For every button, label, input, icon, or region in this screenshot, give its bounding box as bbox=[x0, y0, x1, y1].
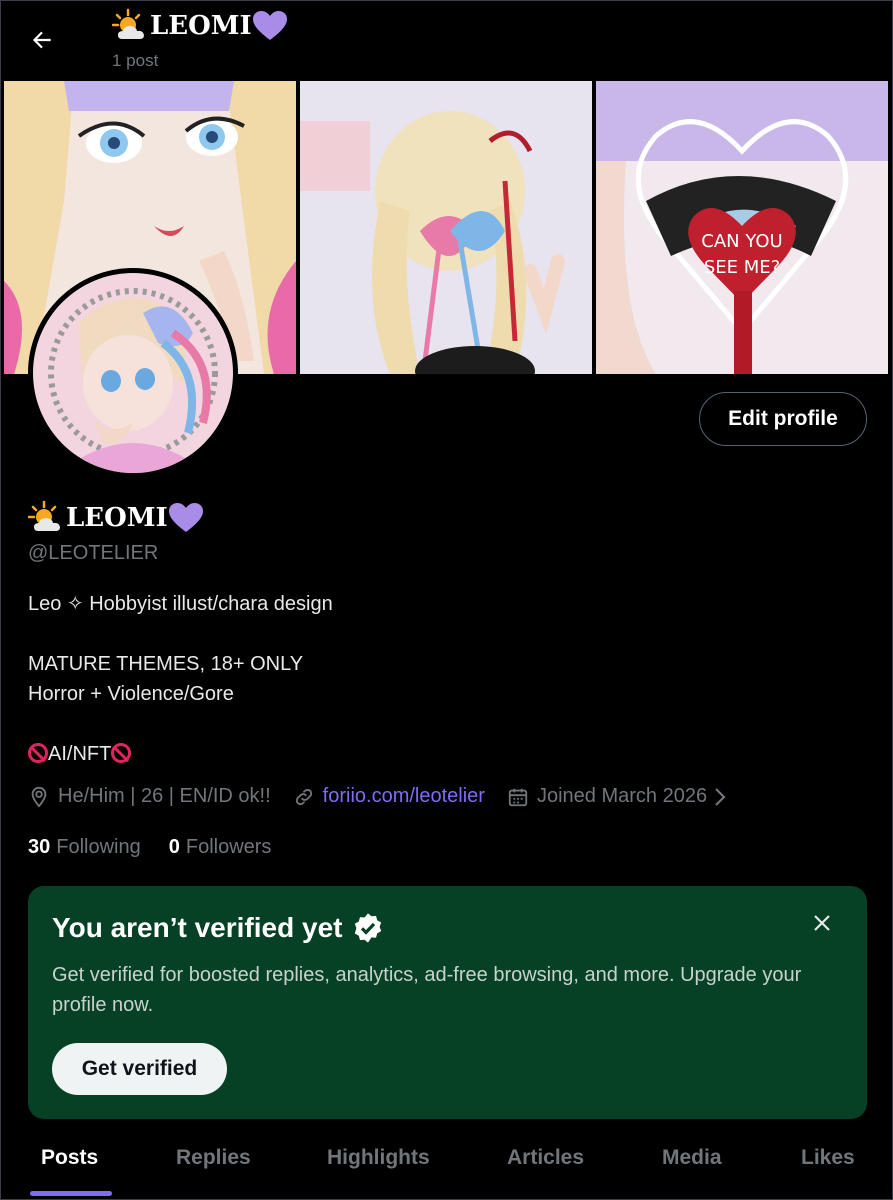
tab-highlights[interactable]: Highlights bbox=[327, 1146, 430, 1170]
tab-replies[interactable]: Replies bbox=[176, 1146, 251, 1170]
website-item[interactable]: foriio.com/leotelier bbox=[293, 785, 485, 808]
close-button[interactable] bbox=[807, 908, 837, 938]
profile-meta: He/Him | 26 | EN/ID ok!! foriio.com/leot… bbox=[28, 785, 751, 808]
calendar-icon bbox=[508, 788, 528, 806]
purple-heart-icon bbox=[168, 503, 203, 532]
close-icon bbox=[814, 915, 830, 931]
bio-line-1: Leo ✧ Hobbyist illust/chara design bbox=[28, 593, 333, 615]
active-tab-indicator bbox=[30, 1191, 112, 1196]
follow-stats: 30 Following 0 Followers bbox=[28, 836, 299, 859]
following-link[interactable]: 30 Following bbox=[28, 836, 141, 859]
back-button[interactable] bbox=[22, 20, 62, 60]
header-name: LEOMI bbox=[112, 8, 288, 44]
get-verified-button[interactable]: Get verified bbox=[52, 1043, 227, 1095]
banner-panel-3: CAN YOU SEE ME? bbox=[596, 81, 888, 374]
link-icon bbox=[295, 788, 312, 805]
no-entry-icon bbox=[28, 743, 48, 763]
no-entry-icon bbox=[111, 743, 132, 763]
bio-line-2: MATURE THEMES, 18+ ONLY bbox=[28, 653, 304, 675]
sun-cloud-icon bbox=[28, 500, 60, 531]
location-icon bbox=[31, 786, 47, 808]
edit-profile-button[interactable]: Edit profile bbox=[699, 392, 867, 446]
back-arrow-icon bbox=[32, 31, 51, 49]
profile-name: LEOMI bbox=[28, 500, 204, 536]
tab-posts[interactable]: Posts bbox=[41, 1146, 98, 1170]
verify-card: You aren’t verified yet Get verified for… bbox=[28, 886, 867, 1119]
verify-title: You aren’t verified yet bbox=[52, 912, 384, 944]
profile-name-text: LEOMI bbox=[66, 503, 168, 533]
banner-panel-2 bbox=[300, 81, 592, 374]
followers-link[interactable]: 0 Followers bbox=[169, 836, 272, 859]
location-item: He/Him | 26 | EN/ID ok!! bbox=[28, 785, 271, 808]
followers-count: 0 bbox=[168, 836, 180, 858]
post-count: 1 post bbox=[112, 51, 159, 70]
bio-line-4-text: AI/NFT bbox=[48, 743, 112, 765]
joined-text: Joined March 2026 bbox=[536, 785, 708, 807]
verify-title-text: You aren’t verified yet bbox=[52, 912, 343, 943]
avatar-image bbox=[33, 273, 233, 473]
header-name-text: LEOMI bbox=[150, 11, 252, 41]
profile-bio: Leo ✧ Hobbyist illust/chara design MATUR… bbox=[28, 589, 333, 769]
banner-text-line1: CAN YOU bbox=[701, 231, 782, 252]
following-count: 30 bbox=[28, 836, 51, 858]
verified-badge-icon bbox=[355, 913, 382, 943]
bio-line-3: Horror + Violence/Gore bbox=[28, 683, 234, 705]
following-label: Following bbox=[56, 836, 141, 858]
sun-cloud-icon bbox=[112, 8, 144, 39]
avatar[interactable] bbox=[28, 268, 238, 478]
bio-line-4: AI/NFT bbox=[28, 739, 333, 769]
followers-label: Followers bbox=[185, 836, 272, 858]
joined-item[interactable]: Joined March 2026 bbox=[507, 785, 729, 808]
tab-articles[interactable]: Articles bbox=[507, 1146, 584, 1170]
tab-media[interactable]: Media bbox=[662, 1146, 722, 1170]
purple-heart-icon bbox=[252, 11, 287, 40]
tab-likes[interactable]: Likes bbox=[801, 1146, 855, 1170]
verify-description: Get verified for boosted replies, analyt… bbox=[52, 964, 802, 1016]
banner-text-line2: SEE ME? bbox=[704, 257, 780, 278]
profile-handle: @LEOTELIER bbox=[28, 542, 159, 564]
website-link[interactable]: foriio.com/leotelier bbox=[323, 785, 485, 808]
chevron-right-icon bbox=[715, 787, 726, 806]
top-bar: LEOMI 1 post bbox=[0, 0, 893, 80]
location-text: He/Him | 26 | EN/ID ok!! bbox=[58, 785, 271, 807]
profile-tabs: Posts Replies Highlights Articles Media … bbox=[0, 1130, 893, 1200]
